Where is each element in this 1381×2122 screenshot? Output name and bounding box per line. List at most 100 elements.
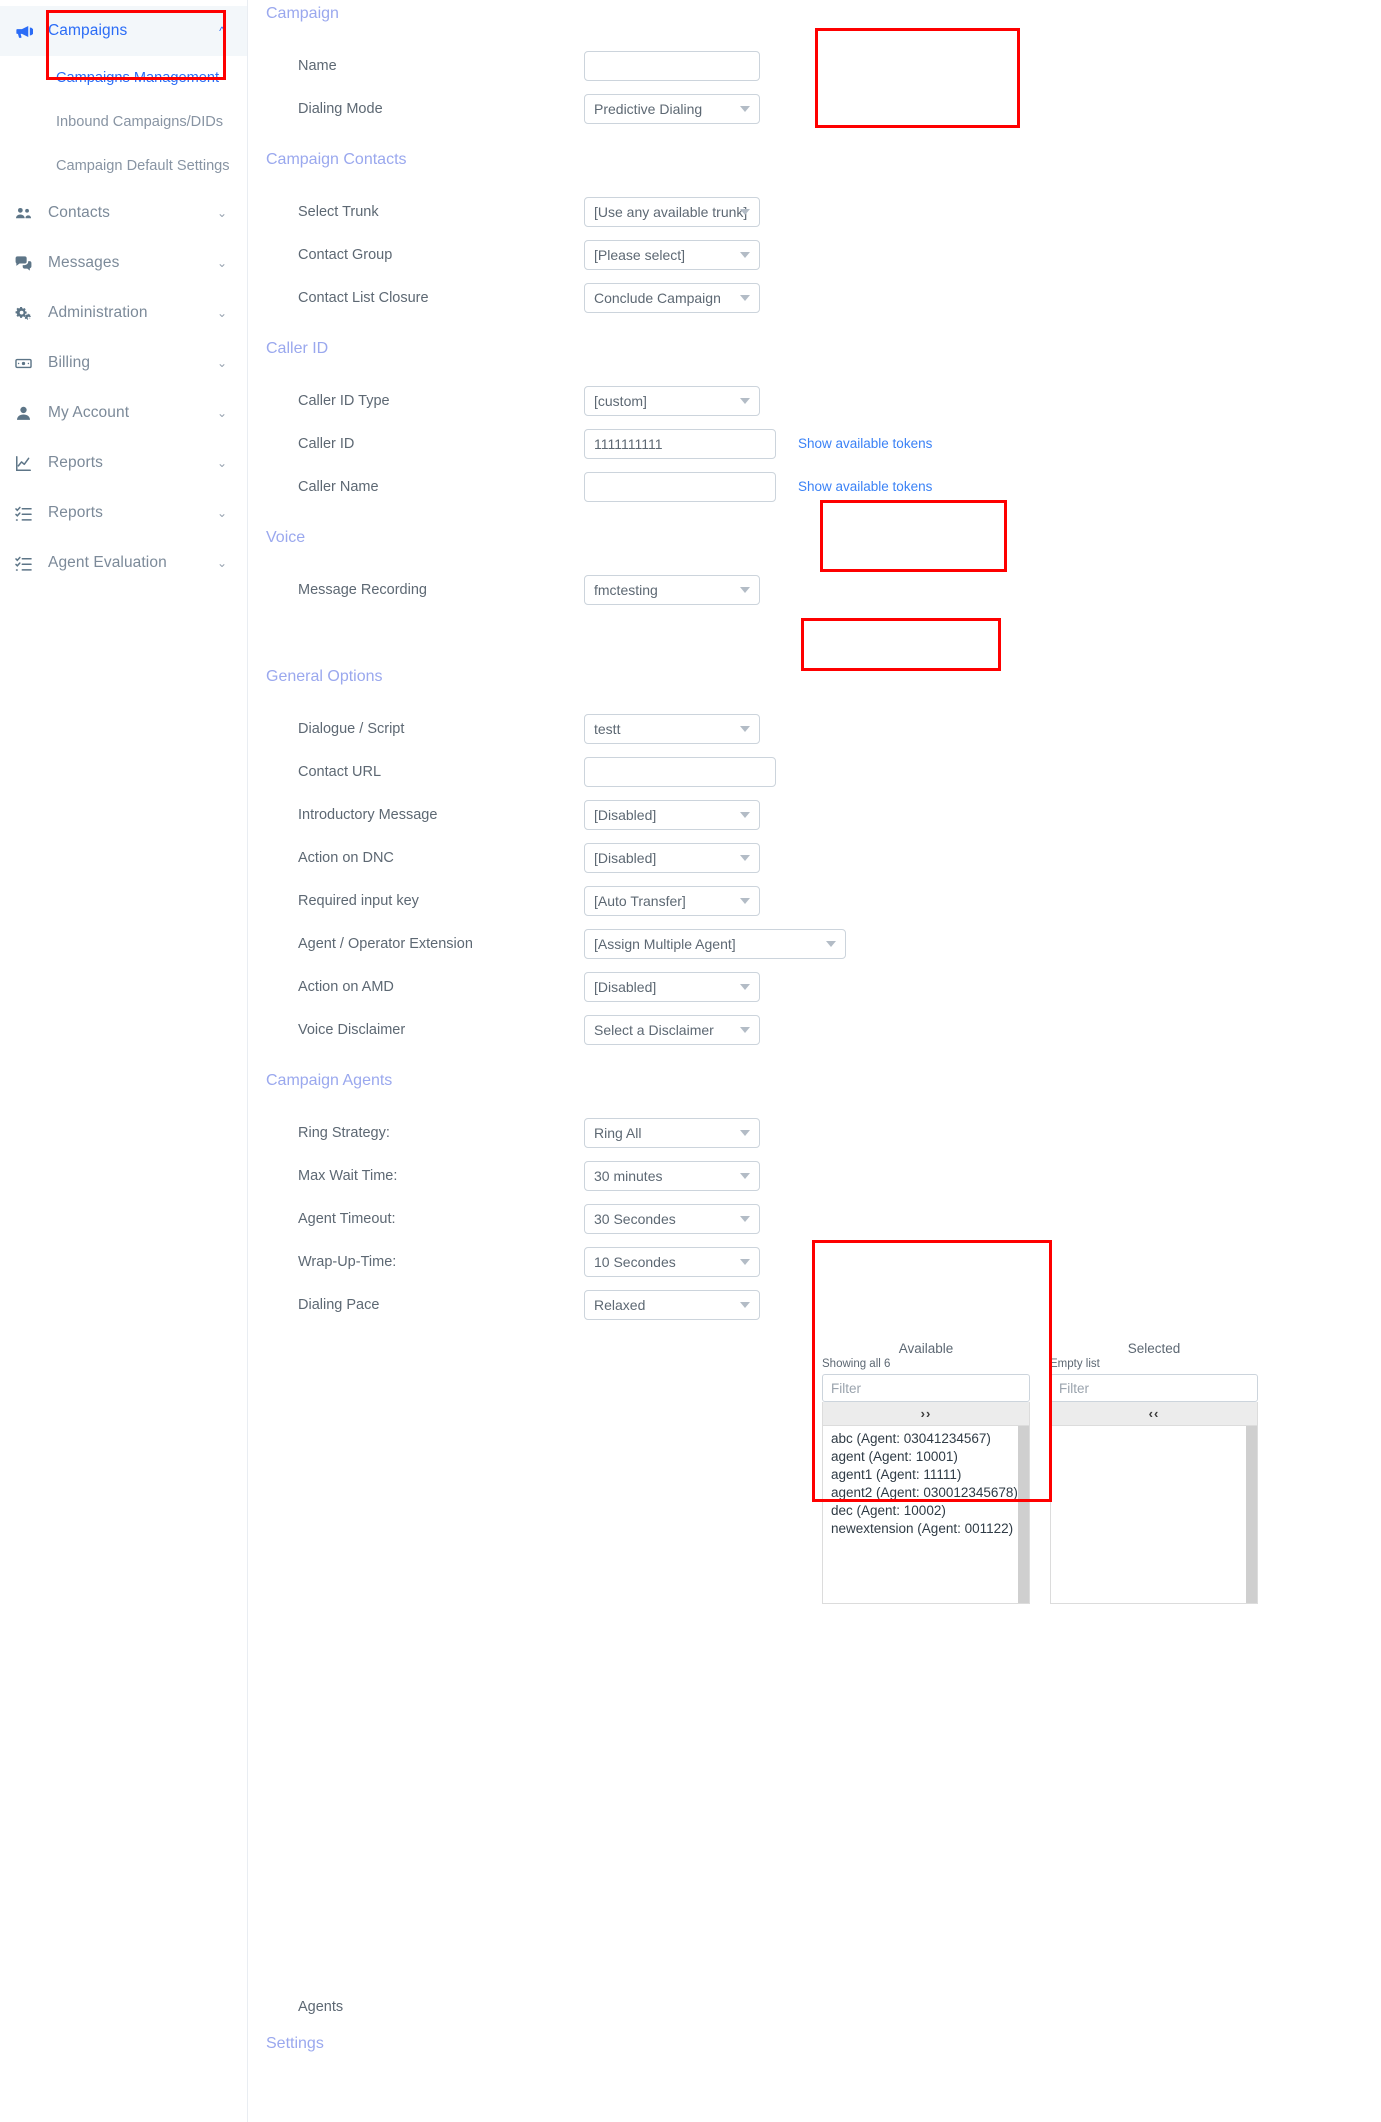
sidebar-item-label: Messages <box>48 254 120 271</box>
caller-name-input[interactable] <box>584 471 776 502</box>
available-list-scrollbar[interactable] <box>1018 1426 1029 1603</box>
sidebar-item-label: Billing <box>48 354 91 371</box>
sidebar-item-agent-evaluation[interactable]: Agent Evaluation ⌄ <box>0 538 247 588</box>
field-label-dialing-mode: Dialing Mode <box>298 100 383 117</box>
field-label-contact-list-closure: Contact List Closure <box>298 289 429 306</box>
move-right-button[interactable]: ›› <box>822 1402 1030 1426</box>
list-item[interactable]: agent2 (Agent: 030012345678) <box>823 1484 1029 1502</box>
list-item[interactable]: agent1 (Agent: 11111) <box>823 1466 1029 1484</box>
contact-list-closure-select[interactable]: Conclude Campaign <box>584 282 760 313</box>
chevron-down-icon <box>740 586 750 593</box>
field-row-action-on-amd: Action on AMD [Disabled] <box>248 965 1381 1008</box>
field-row-contact-url: Contact URL <box>248 750 1381 793</box>
campaign-form: Campaign Name Dialing Mode Predictive Di… <box>248 0 1381 2122</box>
chevron-down-icon <box>740 1215 750 1222</box>
field-label-agent-timeout: Agent Timeout: <box>298 1210 396 1227</box>
wrap-up-time-value: 10 Secondes <box>594 1253 676 1270</box>
field-label-message-recording: Message Recording <box>298 581 427 598</box>
field-label-contact-group: Contact Group <box>298 246 393 263</box>
action-on-dnc-select[interactable]: [Disabled] <box>584 842 760 873</box>
field-label-agents: Agents <box>298 1999 344 2015</box>
chevron-down-icon <box>740 811 750 818</box>
field-row-caller-id: Caller ID Show available tokens <box>248 422 1381 465</box>
section-header-campaign-contacts: Campaign Contacts <box>266 151 407 168</box>
chevron-down-icon: ⌄ <box>216 456 228 470</box>
selected-panel-title: Selected <box>1127 1341 1181 1356</box>
introductory-message-select[interactable]: [Disabled] <box>584 799 760 830</box>
sidebar-item-campaigns-management[interactable]: Campaigns Management <box>0 56 247 100</box>
show-available-tokens-link[interactable]: Show available tokens <box>798 479 932 494</box>
chevron-down-icon <box>740 1258 750 1265</box>
selected-agents-listbox[interactable] <box>1050 1426 1258 1604</box>
sidebar-item-messages[interactable]: Messages ⌄ <box>0 238 247 288</box>
voice-disclaimer-select[interactable]: Select a Disclaimer <box>584 1014 760 1045</box>
sidebar-item-campaigns[interactable]: Campaigns ^ <box>0 6 247 56</box>
list-item[interactable]: newextension (Agent: 001122) <box>823 1520 1029 1538</box>
available-agents-listbox[interactable]: abc (Agent: 03041234567) agent (Agent: 1… <box>822 1426 1030 1604</box>
selected-list-scrollbar[interactable] <box>1246 1426 1257 1603</box>
chevron-down-icon <box>740 1129 750 1136</box>
chevron-down-icon <box>740 251 750 258</box>
sidebar-item-reports-analytics[interactable]: Reports ⌄ <box>0 438 247 488</box>
max-wait-time-select[interactable]: 30 minutes <box>584 1160 760 1191</box>
field-row-introductory-message: Introductory Message [Disabled] <box>248 793 1381 836</box>
list-item[interactable]: abc (Agent: 03041234567) <box>823 1430 1029 1448</box>
select-trunk-select[interactable]: [Use any available trunk] <box>584 196 760 227</box>
chevron-down-icon: ⌄ <box>216 356 228 370</box>
name-input[interactable] <box>584 50 760 81</box>
field-label-action-on-dnc: Action on DNC <box>298 849 394 866</box>
available-panel-count: Showing all 6 <box>822 1358 891 1370</box>
show-available-tokens-link[interactable]: Show available tokens <box>798 436 932 451</box>
agent-timeout-select[interactable]: 30 Secondes <box>584 1203 760 1234</box>
field-row-action-on-dnc: Action on DNC [Disabled] <box>248 836 1381 879</box>
list-item[interactable]: agent (Agent: 10001) <box>823 1448 1029 1466</box>
message-recording-value: fmctesting <box>594 581 658 598</box>
sidebar-item-inbound-campaigns-dids[interactable]: Inbound Campaigns/DIDs <box>0 100 247 144</box>
megaphone-icon <box>14 22 48 41</box>
required-input-key-select[interactable]: [Auto Transfer] <box>584 885 760 916</box>
move-left-button[interactable]: ‹‹ <box>1050 1402 1258 1426</box>
sidebar-item-contacts[interactable]: Contacts ⌄ <box>0 188 247 238</box>
dialogue-script-select[interactable]: testt <box>584 713 760 744</box>
field-label-agent-operator-extension: Agent / Operator Extension <box>298 935 473 952</box>
sidebar-item-label: Agent Evaluation <box>48 554 167 571</box>
list-item[interactable]: dec (Agent: 10002) <box>823 1502 1029 1520</box>
contact-url-input[interactable] <box>584 756 776 787</box>
field-row-ring-strategy: Ring Strategy: Ring All <box>248 1111 1381 1154</box>
caller-id-input[interactable] <box>584 428 776 459</box>
available-agents-list: abc (Agent: 03041234567) agent (Agent: 1… <box>823 1426 1029 1538</box>
ring-strategy-select[interactable]: Ring All <box>584 1117 760 1148</box>
sidebar-item-my-account[interactable]: My Account ⌄ <box>0 388 247 438</box>
field-label-dialing-pace: Dialing Pace <box>298 1296 380 1313</box>
sidebar-item-reports-list[interactable]: Reports ⌄ <box>0 488 247 538</box>
chevron-down-icon: ⌄ <box>216 206 228 220</box>
contact-group-value: [Please select] <box>594 246 686 263</box>
available-filter-input[interactable] <box>822 1374 1030 1402</box>
contact-group-select[interactable]: [Please select] <box>584 239 760 270</box>
section-header-caller-id: Caller ID <box>266 340 329 357</box>
sidebar-item-campaign-default-settings[interactable]: Campaign Default Settings <box>0 144 247 188</box>
dialing-pace-select[interactable]: Relaxed <box>584 1289 760 1320</box>
chevron-down-icon: ⌄ <box>216 556 228 570</box>
field-label-required-input-key: Required input key <box>298 892 419 909</box>
agent-operator-extension-value: [Assign Multiple Agent] <box>594 935 736 952</box>
dialogue-script-value: testt <box>594 720 621 737</box>
select-trunk-value: [Use any available trunk] <box>594 203 748 220</box>
selected-filter-input[interactable] <box>1050 1374 1258 1402</box>
caller-id-type-select[interactable]: [custom] <box>584 385 760 416</box>
section-header-general-options: General Options <box>266 668 383 685</box>
available-agents-panel: Available Showing all 6 ›› abc (Agent: 0… <box>822 1342 1030 1604</box>
dialing-mode-select[interactable]: Predictive Dialing <box>584 93 760 124</box>
agent-operator-extension-select[interactable]: [Assign Multiple Agent] <box>584 928 846 959</box>
wrap-up-time-select[interactable]: 10 Secondes <box>584 1246 760 1277</box>
agent-picker: Available Showing all 6 ›› abc (Agent: 0… <box>248 1342 1381 1604</box>
sidebar-item-administration[interactable]: Administration ⌄ <box>0 288 247 338</box>
voice-disclaimer-value: Select a Disclaimer <box>594 1021 714 1038</box>
message-recording-select[interactable]: fmctesting <box>584 574 760 605</box>
field-row-name: Name <box>248 44 1381 87</box>
sidebar-item-billing[interactable]: Billing ⌄ <box>0 338 247 388</box>
action-on-amd-select[interactable]: [Disabled] <box>584 971 760 1002</box>
people-icon <box>14 204 48 223</box>
chevron-down-icon: ⌄ <box>216 256 228 270</box>
dialing-mode-value: Predictive Dialing <box>594 100 703 117</box>
